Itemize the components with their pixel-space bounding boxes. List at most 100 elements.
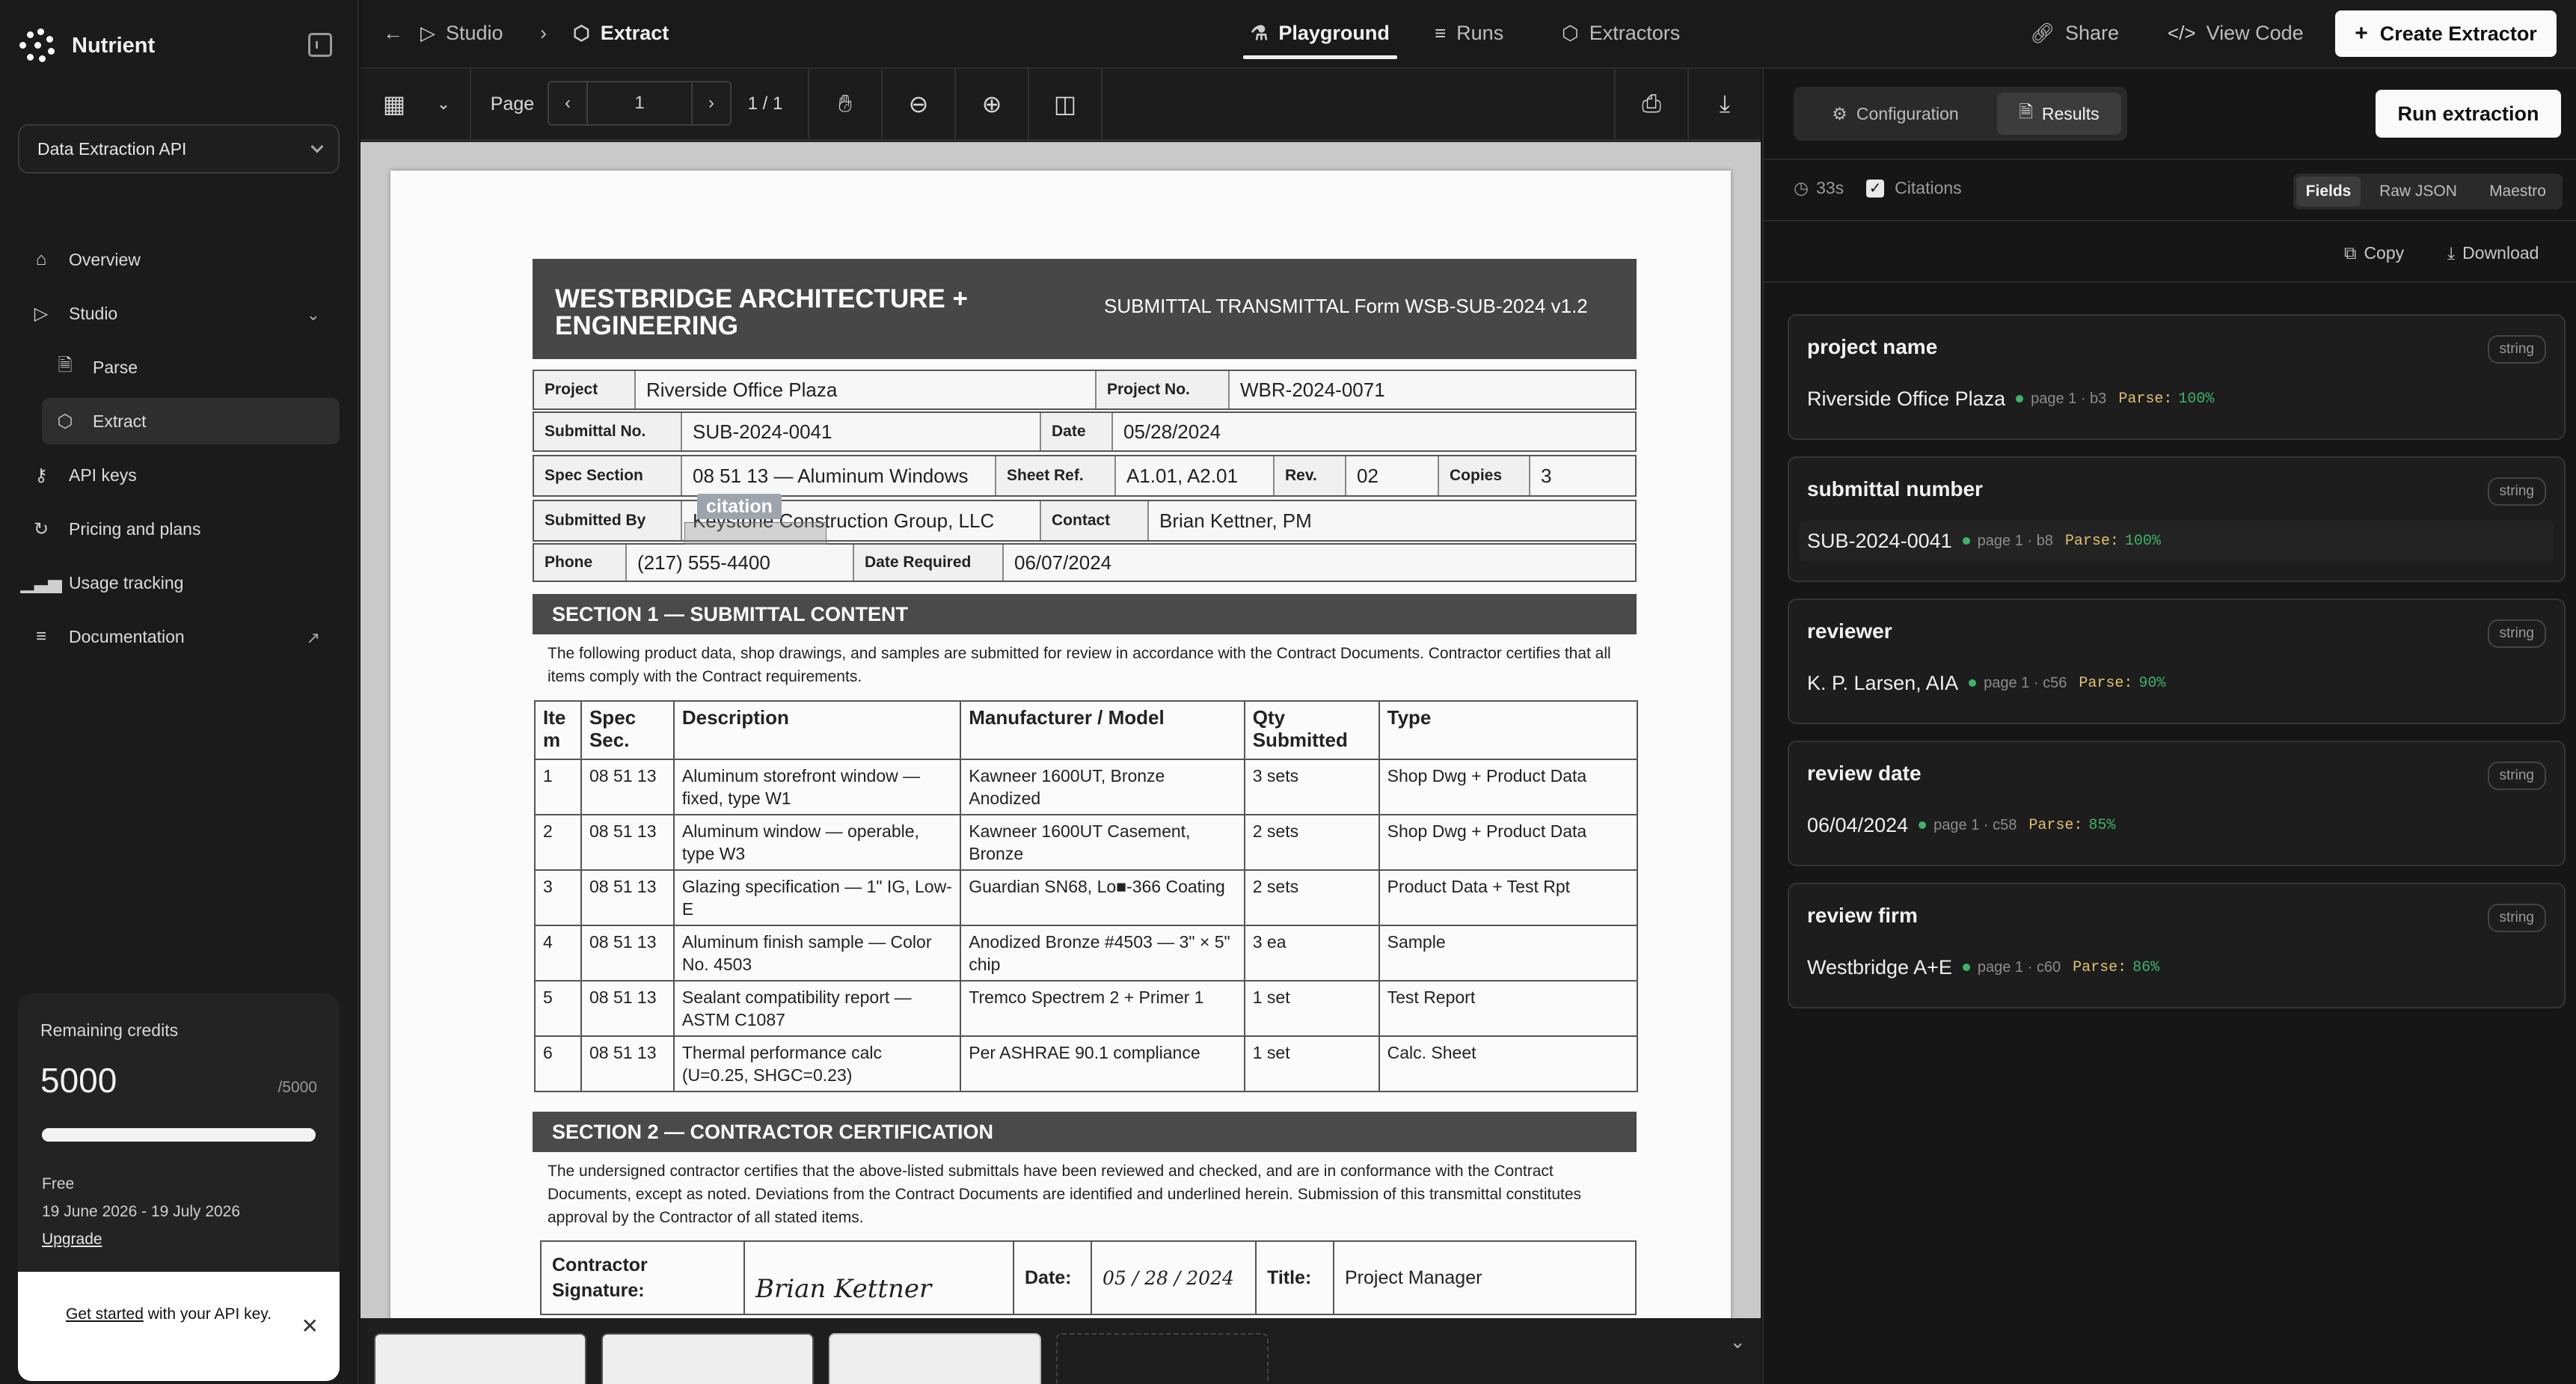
zoom-out-icon[interactable]: ⊖ [883,69,954,139]
field-value-row[interactable]: K. P. Larsen, AIA page 1 · c56 Parse: 90% [1800,663,2554,703]
table-cell: 4 [534,925,582,982]
sidebar-item-usage[interactable]: ▁▃▅ Usage tracking [18,560,340,606]
get-started-link[interactable]: Get started [66,1305,144,1323]
sidebar-item-studio[interactable]: ▷ Studio ⌄ [18,290,340,337]
field-value-row[interactable]: Westbridge A+E page 1 · c60 Parse: 86% [1800,947,2554,988]
view-fields[interactable]: Fields [2296,177,2361,206]
table-cell: 1 set [1243,980,1380,1037]
back-arrow-icon[interactable]: ← [383,0,403,66]
copy-button[interactable]: ⧉ Copy [2344,223,2404,283]
document-icon: 🗎 [2019,101,2033,121]
tab-configuration[interactable]: ⚙ Configuration [1800,93,1991,135]
status-dot-icon [1919,821,1927,829]
table-cell: Kawneer 1600UT Casement, Bronze [960,814,1245,871]
status-dot-icon [1969,679,1977,687]
field-value-row[interactable]: Riverside Office Plaza page 1 · b3 Parse: 1… [1800,379,2554,419]
zoom-in-icon[interactable]: ⊕ [956,69,1028,139]
collapse-sidebar-icon[interactable] [308,33,332,57]
sidebar-item-api-keys[interactable]: ⚷ API keys [18,452,340,498]
doc-label: Project No. [1095,371,1228,408]
doc-section-2: SECTION 2 — CONTRACTOR CERTIFICATION [533,1112,1637,1152]
thumbnail[interactable] [374,1333,586,1384]
result-field-card[interactable]: submittal number string SUB-2024-0041 page … [1788,456,2566,582]
sidebar-item-overview[interactable]: ⌂ Overview [18,236,340,283]
field-value-row[interactable]: SUB-2024-0041 page 1 · b8 Parse: 100% [1800,521,2554,561]
parse-confidence: 86% [2132,958,2160,976]
result-field-card[interactable]: project name string Riverside Office Plaza… [1788,314,2566,440]
table-row: 4 08 51 13 Aluminum finish sample — Color … [534,925,1639,982]
share-label: Share [2065,21,2120,44]
tab-results[interactable]: 🗎 Results [1997,93,2121,135]
sidebar-item-label: Usage tracking [69,572,184,593]
download-button[interactable]: ⤓ Download [2447,223,2539,283]
document-canvas[interactable]: WESTBRIDGE ARCHITECTURE + ENGINEERING SU… [361,142,1761,1318]
table-row: 5 08 51 13 Sealant compatibility report — … [534,980,1639,1037]
status-dot-icon [1962,537,1970,545]
create-extractor-button[interactable]: + Create Extractor [2335,10,2557,57]
tab-runs[interactable]: ≡ Runs [1435,0,1503,66]
credits-max: /5000 [277,1079,317,1096]
sidebar-item-extract[interactable]: ⬡ Extract [42,398,340,444]
table-cell: 08 51 13 [580,814,675,871]
field-name: review firm [1807,904,1918,927]
tab-extractors[interactable]: ⬡ Extractors [1562,0,1680,66]
page-input[interactable]: 1 [589,82,690,124]
hand-tool-icon[interactable]: ✋︎ [809,69,881,139]
credits-progress-bar [42,1128,316,1142]
citation-highlight[interactable] [684,522,827,545]
thumbnail-strip: ⌄ [361,1318,1761,1384]
table-cell: Shop Dwg + Product Data [1378,814,1639,871]
download-icon[interactable]: ⤓ [1689,69,1761,139]
table-row: 6 08 51 13 Thermal performance calc (U=0.2… [534,1035,1639,1092]
credits-value: 5000 [40,1061,117,1100]
close-icon[interactable]: ✕ [301,1315,319,1338]
doc-value-submittal: SUB-2024-0041 [681,413,1040,450]
result-field-card[interactable]: reviewer string K. P. Larsen, AIA page 1 · … [1788,598,2566,724]
sidebar-item-pricing[interactable]: ↻ Pricing and plans [18,506,340,552]
sidebar-item-label: Overview [69,249,141,269]
table-cell: Aluminum finish sample — Color No. 4503 [672,925,962,982]
upgrade-link[interactable]: Upgrade [42,1225,240,1253]
view-raw-json[interactable]: Raw JSON [2364,177,2473,206]
field-type-badge: string [2487,619,2546,648]
citations-checkbox[interactable]: ✓ [1866,179,1885,198]
chevron-down-icon[interactable]: ⌄ [432,69,455,139]
parse-label: Parse: [2079,674,2133,692]
credits-progress-fill [42,1128,316,1142]
thumbnail[interactable] [829,1333,1041,1384]
sidebar-item-documentation[interactable]: ≡ Documentation ↗ [18,613,340,660]
sliders-icon: ⚙ [1832,103,1847,123]
view-code-button[interactable]: </> View Code [2168,0,2304,66]
table-cell: Aluminum window — operable, type W3 [672,814,962,871]
chevron-down-icon[interactable]: ⌄ [1729,1330,1746,1353]
field-value-row[interactable]: 06/04/2024 page 1 · c58 Parse: 85% [1800,805,2554,845]
refresh-icon: ↻ [33,518,49,539]
run-extraction-button[interactable]: Run extraction [2376,90,2561,138]
table-header: Description [672,700,962,760]
thumbnail-placeholder[interactable] [1056,1333,1269,1384]
prev-page-icon[interactable]: ‹ [549,82,588,124]
breadcrumb-studio[interactable]: ▷ Studio [420,0,503,66]
parse-confidence: 100% [2124,532,2161,550]
api-select[interactable]: Data Extraction API [18,124,340,174]
cube-icon: ⬡ [573,21,590,44]
thumbnail[interactable] [601,1333,814,1384]
grid-view-icon[interactable]: ▦ [375,69,413,139]
result-field-card[interactable]: review date string 06/04/2024 page 1 · c58 P… [1788,741,2566,866]
doc-value-title: Project Manager [1333,1242,1635,1314]
table-cell: 2 sets [1243,814,1380,871]
layout-columns-icon[interactable]: ◫ [1029,69,1101,139]
view-maestro[interactable]: Maestro [2476,177,2560,206]
breadcrumb-extract[interactable]: ⬡ Extract [573,0,669,66]
brand[interactable]: Nutrient [16,27,155,64]
share-button[interactable]: 🔗︎ Share [2030,0,2119,66]
list-icon: ≡ [35,626,46,646]
table-cell: Guardian SN68, Lo■-366 Coating [960,869,1245,926]
result-field-card[interactable]: review firm string Westbridge A+E page 1 · … [1788,883,2566,1008]
sidebar-item-parse[interactable]: 🗎 Parse [42,344,340,391]
plan-name: Free [42,1175,75,1192]
print-icon[interactable]: ⎙ [1616,69,1687,139]
next-page-icon[interactable]: › [691,82,730,124]
results-actions: ⧉ Copy ⤓ Download [1764,223,2576,283]
table-cell: 3 sets [1243,759,1380,815]
